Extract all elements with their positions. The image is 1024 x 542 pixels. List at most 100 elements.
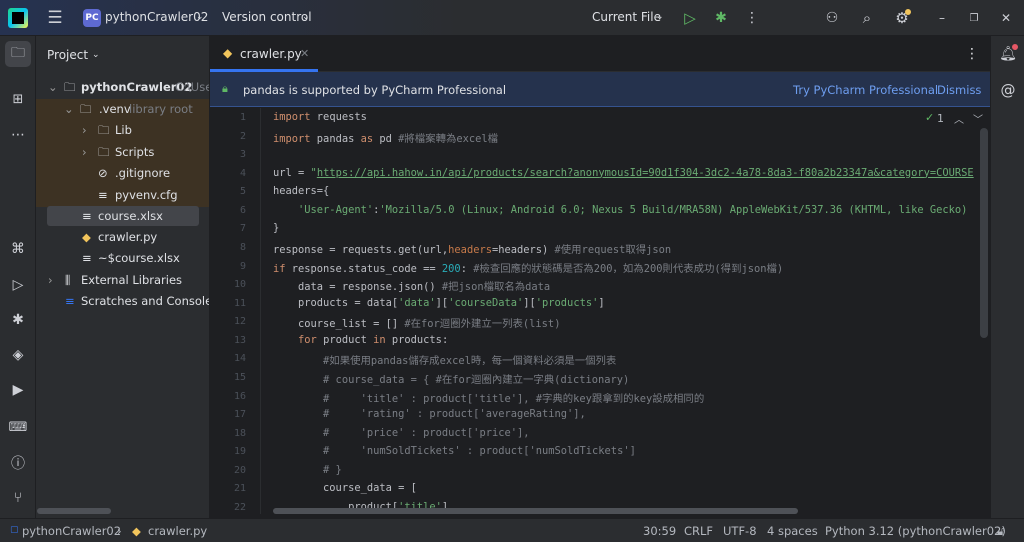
file-encoding[interactable]: UTF-8	[723, 524, 757, 538]
breadcrumb-file[interactable]: crawler.py	[148, 524, 207, 538]
code-line[interactable]: products = data['data']['courseData']['p…	[273, 297, 605, 309]
code-line[interactable]: # 'rating' : product['averageRating'],	[273, 408, 586, 420]
code-line[interactable]: course_data = [	[273, 482, 417, 494]
settings-icon[interactable]: ⚙	[891, 8, 913, 28]
git-icon[interactable]: ⑂	[5, 485, 31, 511]
code-line[interactable]: # 'price' : product['price'],	[273, 427, 529, 439]
close-tab-icon[interactable]: ✕	[300, 47, 309, 60]
tree-item-external-libraries[interactable]: › ⫼ External Libraries	[36, 270, 209, 290]
tab-crawler-py[interactable]: ◆ crawler.py ✕	[210, 36, 318, 72]
tree-item-lib[interactable]: › 🗀 Lib	[36, 120, 209, 140]
minimize-icon[interactable]: –	[932, 8, 952, 28]
code-token: in	[373, 333, 386, 346]
run-config-selector[interactable]: Current File	[592, 10, 661, 24]
tree-item-scratches[interactable]: ≡ Scratches and Consoles	[36, 291, 209, 311]
tree-item-pyvenv[interactable]: ≡ pyvenv.cfg	[36, 185, 209, 205]
code-token: # 'title' : product['title'], #字典的key跟拿到…	[273, 392, 705, 405]
debug-icon[interactable]: ✱	[711, 8, 731, 28]
tree-item-gitignore[interactable]: ⊘ .gitignore	[36, 163, 209, 183]
ai-assistant-icon[interactable]: @	[996, 78, 1020, 102]
tree-item-scripts[interactable]: › 🗀 Scripts	[36, 142, 209, 162]
terminal-icon[interactable]: ⌨	[5, 414, 31, 440]
horizontal-scrollbar[interactable]	[273, 508, 798, 514]
project-folder-icon[interactable]: 🗀	[5, 41, 31, 67]
vertical-scrollbar[interactable]	[980, 128, 988, 338]
line-number: 22	[233, 501, 246, 513]
code-token: #如果使用pandas儲存成excel時，每一個資料必須是一個列表	[273, 355, 617, 368]
code-line[interactable]: }	[273, 222, 279, 234]
code-token: }	[273, 222, 280, 235]
line-separator[interactable]: CRLF	[684, 524, 713, 538]
code-line[interactable]: # 'numSoldTickets' : product['numSoldTic…	[273, 445, 636, 457]
code-line[interactable]: import pandas as pd #將檔案轉為excel檔	[273, 130, 498, 145]
line-number: 17	[233, 409, 246, 421]
code-line[interactable]: headers={	[273, 185, 329, 197]
close-window-icon[interactable]: ✕	[996, 8, 1016, 28]
tree-item-venv[interactable]: ⌄ 🗀 .venv library root	[36, 99, 209, 119]
python-interpreter[interactable]: Python 3.12 (pythonCrawler02)	[825, 524, 1006, 538]
structure-icon[interactable]: ⊞	[5, 86, 31, 112]
debug-tool-icon[interactable]: ✱	[5, 307, 31, 333]
horizontal-scrollbar[interactable]	[37, 508, 111, 514]
project-selector[interactable]: pythonCrawler02	[105, 10, 208, 24]
code-line[interactable]: for product in products:	[273, 334, 448, 346]
code-line[interactable]: 'User-Agent':'Mozilla/5.0 (Linux; Androi…	[273, 204, 967, 216]
caret-position[interactable]: 30:59	[643, 524, 676, 538]
line-number: 5	[239, 186, 246, 198]
code-line[interactable]: # 'title' : product['title'], #字典的key跟拿到…	[273, 390, 704, 405]
tree-item-course-xlsx[interactable]: ≡ course.xlsx	[47, 206, 199, 226]
code-line[interactable]: # course_data = { #在for迴圈內建立一字典(dictiona…	[273, 371, 629, 386]
try-professional-link[interactable]: Try PyCharm Professional	[793, 83, 938, 97]
run-icon[interactable]: ▷	[680, 8, 700, 28]
previous-highlight-icon[interactable]: ︿	[954, 111, 964, 126]
code-token: response = requests.get(url,	[273, 243, 449, 256]
pycharm-logo-icon[interactable]	[8, 8, 28, 28]
main-menu-icon[interactable]: ☰	[44, 8, 66, 28]
add-user-icon[interactable]: ⚇	[821, 8, 843, 28]
code-line[interactable]: response = requests.get(url,headers=head…	[273, 241, 671, 256]
breadcrumb-project[interactable]: pythonCrawler02	[22, 524, 121, 538]
project-badge: PC	[83, 9, 101, 27]
notifications-icon[interactable]: 🔔︎	[996, 42, 1020, 66]
restore-icon[interactable]: ❐	[964, 8, 984, 28]
tab-options-icon[interactable]: ⋮	[965, 46, 979, 62]
code-token: ]	[598, 296, 605, 309]
tree-hint: C:\Users	[175, 80, 209, 94]
line-number: 14	[233, 353, 246, 365]
project-panel-title[interactable]: Project	[47, 45, 88, 65]
code-line[interactable]: url = "https://api.hahow.in/api/products…	[273, 167, 974, 179]
python-console-icon[interactable]: ⌘	[5, 236, 31, 262]
services-icon[interactable]: ▶	[5, 377, 31, 403]
project-panel: Project ⌄ ⌄🗀pythonCrawler02C:\Users ⌄🗀.v…	[36, 36, 210, 518]
more-actions-icon[interactable]: ⋮	[742, 8, 762, 28]
line-number: 8	[239, 241, 246, 253]
code-line[interactable]: course_list = [] #在for迴圈外建立一列表(list)	[273, 315, 560, 330]
code-line[interactable]: import requests	[273, 111, 367, 123]
more-tools-icon[interactable]: ⋯	[5, 122, 31, 148]
indent-setting[interactable]: 4 spaces	[767, 524, 818, 538]
layers-icon[interactable]: ◈	[5, 342, 31, 368]
tree-item-temp-xlsx[interactable]: ≡ ~$course.xlsx	[36, 248, 209, 268]
code-token: #檢查回應的狀態碼是否為200，如為200則代表成功(得到json檔)	[473, 262, 784, 275]
code-line[interactable]: data = response.json() #把json檔取名為data	[273, 278, 550, 293]
search-icon[interactable]: ⌕	[856, 8, 878, 28]
inspection-ok-icon[interactable]: ✓	[925, 111, 934, 124]
dismiss-link[interactable]: Dismiss	[937, 83, 981, 97]
lock-file-icon[interactable]: 🔓︎	[997, 524, 1004, 539]
code-token: ][	[435, 296, 449, 309]
code-line[interactable]: #如果使用pandas儲存成excel時，每一個資料必須是一個列表	[273, 352, 616, 367]
tree-item-project-root[interactable]: ⌄🗀pythonCrawler02C:\Users	[36, 77, 209, 97]
next-highlight-icon[interactable]: ﹀	[973, 111, 983, 126]
line-number: 19	[233, 446, 246, 458]
code-token: # 'rating' : product['averageRating'],	[273, 408, 586, 421]
code-token: pandas	[310, 132, 361, 145]
problems-icon[interactable]: ⓘ	[5, 450, 31, 476]
tree-item-crawler-py[interactable]: ◆ crawler.py	[36, 227, 209, 247]
code-line[interactable]: if response.status_code == 200: #檢查回應的狀態…	[273, 260, 783, 275]
code-token: products = data[	[273, 296, 399, 309]
tree-label: pyvenv.cfg	[115, 188, 178, 202]
code-line[interactable]: # }	[273, 464, 342, 476]
run-tool-icon[interactable]: ▷	[5, 272, 31, 298]
code-editor[interactable]: ✓ 1 ︿ ﹀ 1 import requests 2 import pandas a…	[210, 108, 990, 514]
version-control-menu[interactable]: Version control	[222, 10, 312, 24]
